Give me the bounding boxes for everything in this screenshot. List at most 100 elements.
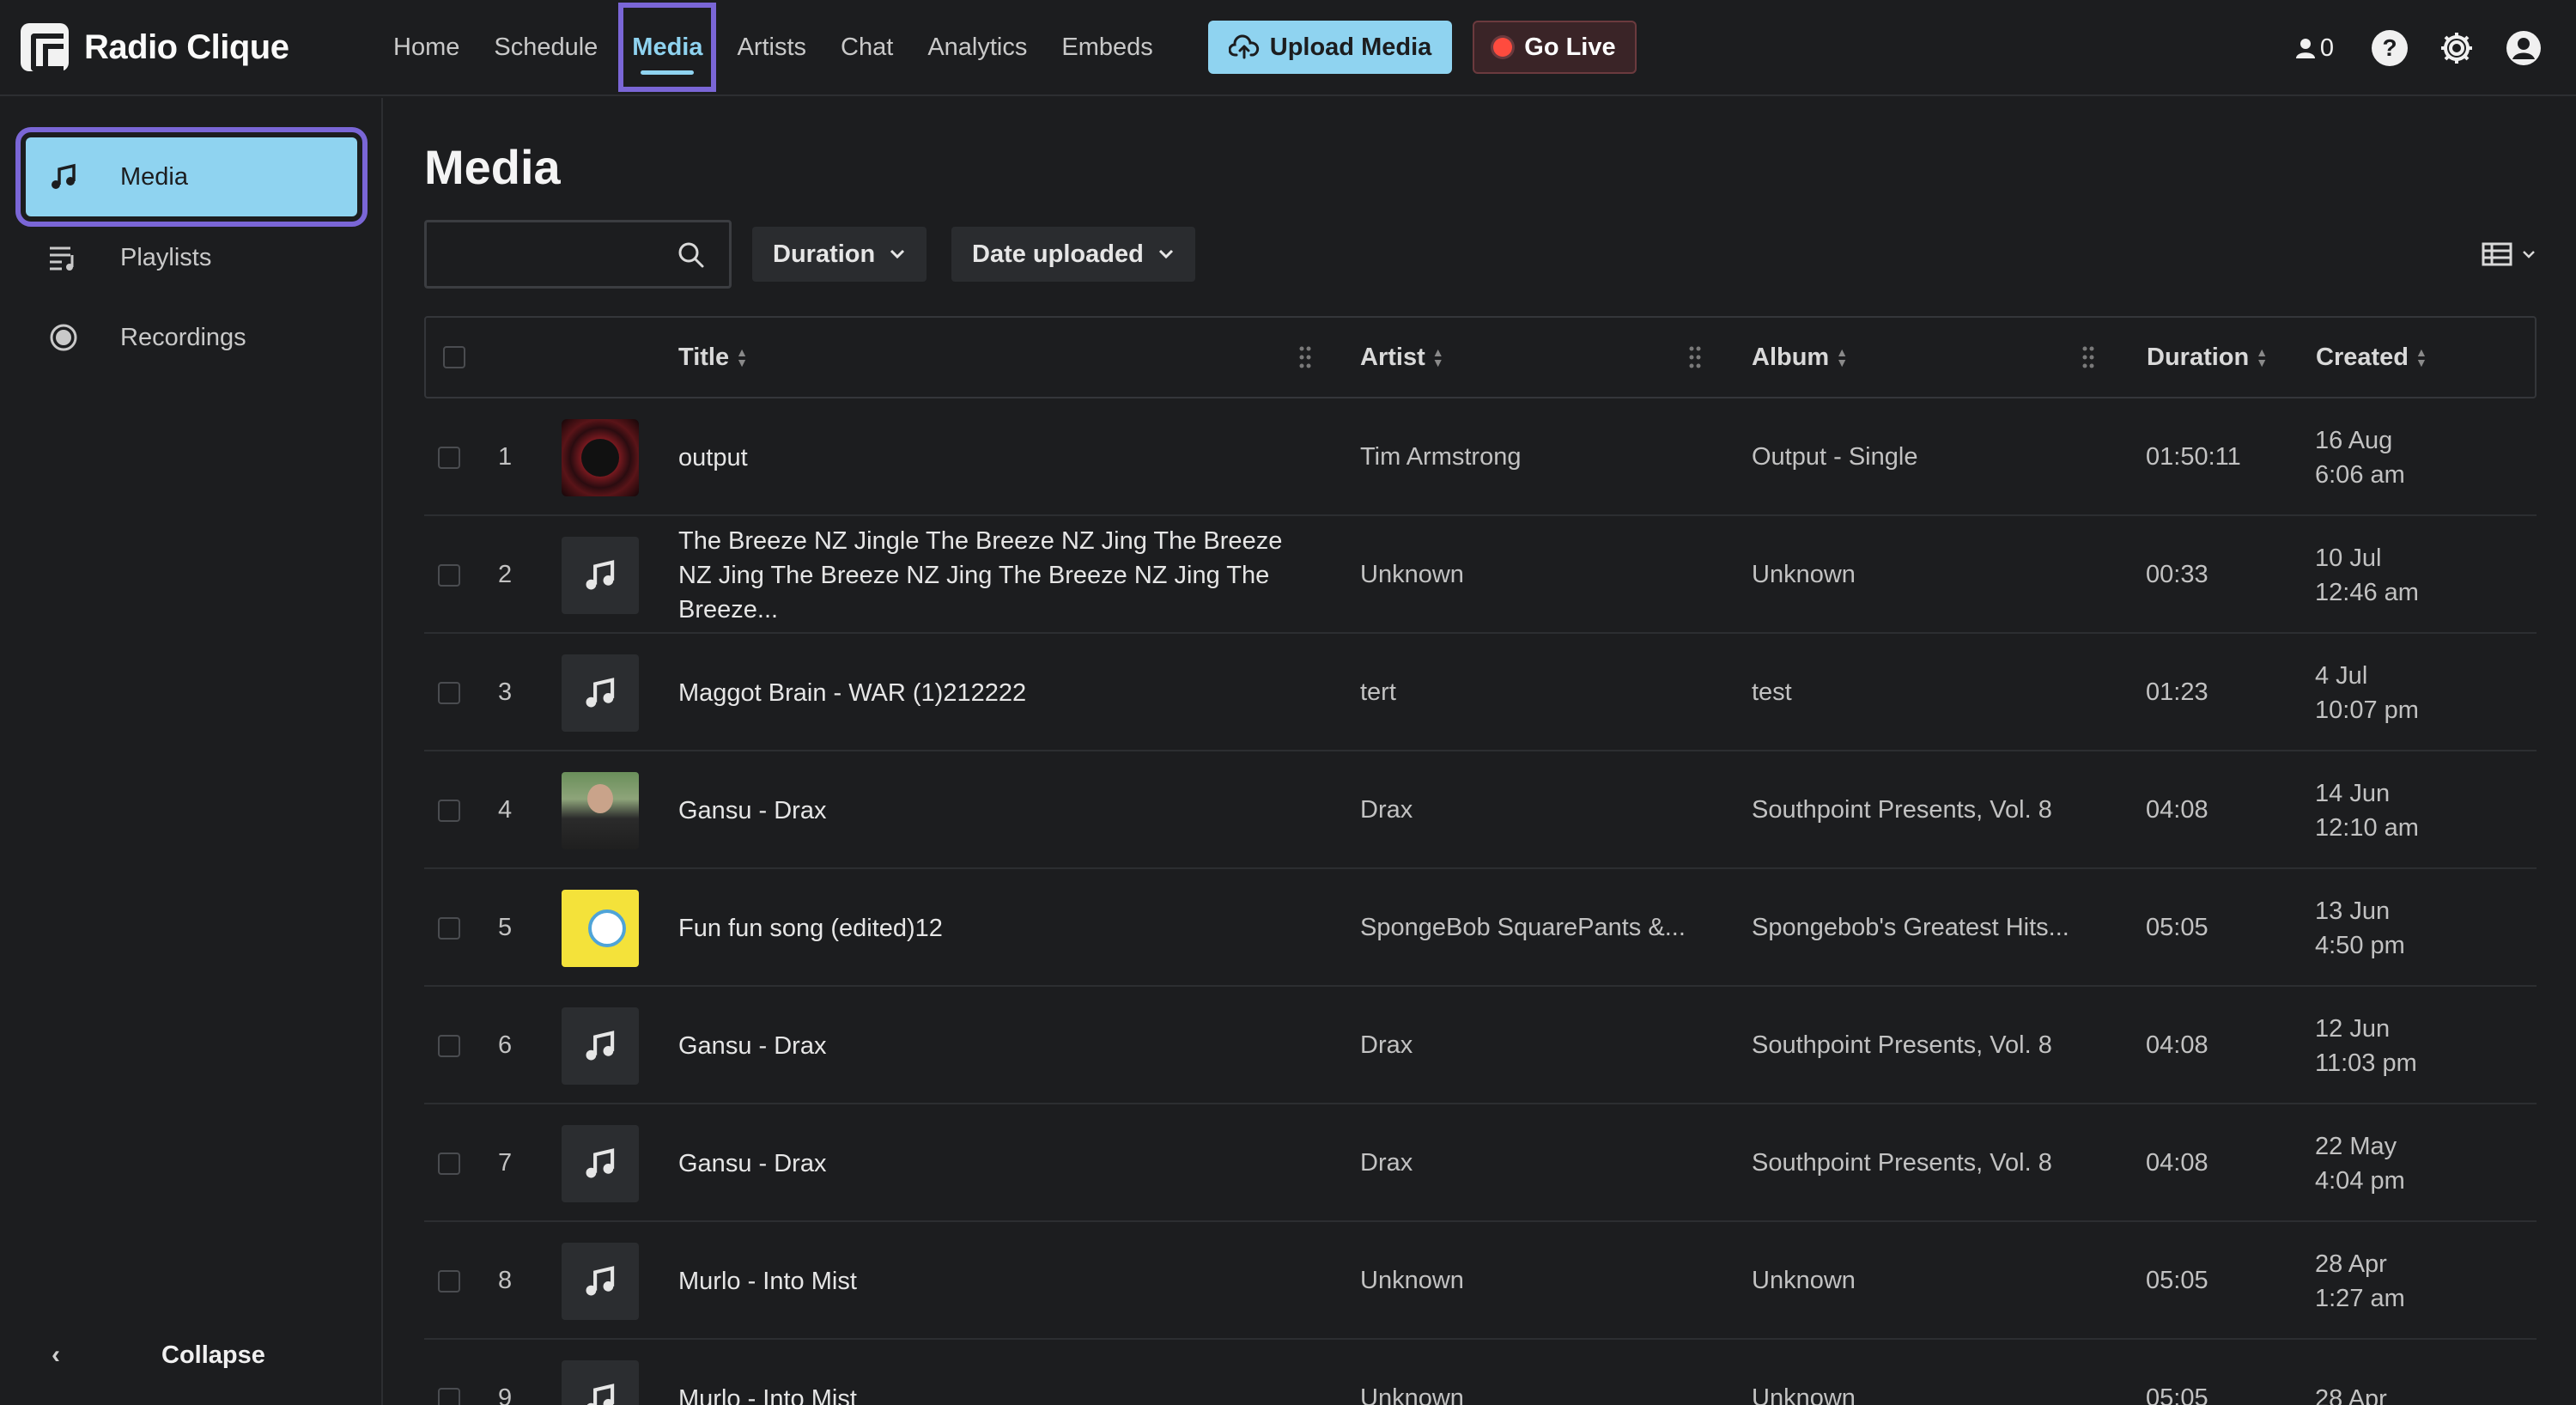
select-all-checkbox[interactable] xyxy=(443,346,465,368)
media-created: 28 Apr 1:27 am xyxy=(2315,1222,2487,1340)
search-field[interactable] xyxy=(427,222,667,286)
created-date: 28 Apr xyxy=(2315,1384,2387,1405)
media-album: Spongebob's Greatest Hits... xyxy=(1752,914,2069,941)
upload-media-button[interactable]: Upload Media xyxy=(1207,21,1453,74)
listener-count[interactable]: 0 xyxy=(2294,34,2334,63)
music-note-icon xyxy=(562,1242,639,1320)
nav-embeds[interactable]: Embeds xyxy=(1044,0,1170,95)
music-note-icon xyxy=(562,536,639,614)
row-checkbox[interactable] xyxy=(438,1269,460,1292)
nav-artists[interactable]: Artists xyxy=(720,0,823,95)
media-duration: 01:50:11 xyxy=(2146,443,2241,471)
account-avatar-icon[interactable] xyxy=(2506,30,2542,66)
sidebar: Media Playlists Recordings ‹ Collapse xyxy=(0,98,383,1405)
sidebar-item-media[interactable]: Media xyxy=(15,127,368,227)
nav-schedule[interactable]: Schedule xyxy=(477,0,615,95)
media-title[interactable]: The Breeze NZ Jingle The Breeze NZ Jing … xyxy=(678,516,1314,634)
drag-handle-icon[interactable] xyxy=(1688,345,1702,369)
column-header-artist[interactable]: Artist ▲ ▼ xyxy=(1360,318,1444,397)
drag-handle-icon[interactable] xyxy=(1298,345,1312,369)
media-duration: 04:08 xyxy=(2146,796,2208,824)
table-row[interactable]: 2 The Breeze NZ Jingle The Breeze NZ Jing… xyxy=(424,516,2537,634)
column-header-duration[interactable]: Duration ▲ ▼ xyxy=(2147,318,2268,397)
album-cover-image xyxy=(562,771,639,849)
table-view-toggle[interactable] xyxy=(2482,242,2537,266)
search-icon[interactable] xyxy=(677,241,705,269)
media-title[interactable]: Fun fun song (edited)12 xyxy=(678,869,1314,987)
row-checkbox[interactable] xyxy=(438,681,460,704)
media-album: Unknown xyxy=(1752,561,1856,588)
top-bar: Radio Clique Home Schedule Media Artists… xyxy=(0,0,2576,96)
title-header-label: Title xyxy=(678,343,730,371)
settings-gear-icon[interactable] xyxy=(2439,30,2475,66)
media-title[interactable]: Murlo - Into Mist xyxy=(678,1222,1314,1340)
created-date: 28 Apr xyxy=(2315,1250,2387,1278)
created-time: 4:04 pm xyxy=(2315,1166,2405,1195)
nav-chat[interactable]: Chat xyxy=(823,0,910,95)
media-duration: 04:08 xyxy=(2146,1149,2208,1177)
row-checkbox[interactable] xyxy=(438,1152,460,1175)
media-title[interactable]: Gansu - Drax xyxy=(678,987,1314,1104)
media-album: test xyxy=(1752,678,1792,706)
album-header-label: Album xyxy=(1752,343,1830,371)
created-time: 12:10 am xyxy=(2315,813,2419,842)
row-checkbox[interactable] xyxy=(438,563,460,587)
app-logo[interactable]: Radio Clique xyxy=(21,23,355,71)
column-header-album[interactable]: Album ▲ ▼ xyxy=(1752,318,1848,397)
drag-handle-icon[interactable] xyxy=(2081,345,2095,369)
row-index: 7 xyxy=(498,1149,513,1177)
table-row[interactable]: 3 Maggot Brain - WAR (1)212222 tert test 01:… xyxy=(424,634,2537,751)
row-checkbox[interactable] xyxy=(438,799,460,822)
created-time: 12:46 am xyxy=(2315,578,2419,606)
sidebar-item-label: Media xyxy=(120,162,188,191)
sidebar-item-playlists[interactable]: Playlists xyxy=(26,218,357,297)
row-checkbox[interactable] xyxy=(438,446,460,469)
table-row[interactable]: 9 Murlo - Into Mist Unknown Unknown 05:05 28 … xyxy=(424,1340,2537,1405)
row-index: 5 xyxy=(498,914,513,941)
nav-home[interactable]: Home xyxy=(376,0,477,95)
nav-media[interactable]: Media xyxy=(615,0,720,95)
column-header-created[interactable]: Created ▲ ▼ xyxy=(2316,318,2427,397)
media-title[interactable]: Maggot Brain - WAR (1)212222 xyxy=(678,634,1314,751)
search-input[interactable] xyxy=(424,220,732,289)
created-date: 22 May xyxy=(2315,1132,2397,1160)
media-title[interactable]: output xyxy=(678,398,1314,516)
table-row[interactable]: 6 Gansu - Drax Drax Southpoint Presents, Vo… xyxy=(424,987,2537,1104)
media-duration: 01:23 xyxy=(2146,678,2208,706)
row-index: 3 xyxy=(498,678,513,706)
collapse-sidebar-button[interactable]: ‹ Collapse xyxy=(0,1329,383,1381)
media-duration: 04:08 xyxy=(2146,1031,2208,1059)
row-checkbox[interactable] xyxy=(438,1034,460,1057)
row-checkbox[interactable] xyxy=(438,1387,460,1405)
nav-analytics[interactable]: Analytics xyxy=(910,0,1044,95)
table-row[interactable]: 5 Fun fun song (edited)12 SpongeBob Square… xyxy=(424,869,2537,987)
media-created: 16 Aug 6:06 am xyxy=(2315,398,2487,516)
media-title[interactable]: Gansu - Drax xyxy=(678,1104,1314,1222)
table-row[interactable]: 1 output Tim Armstrong Output - Single 01:50… xyxy=(424,398,2537,516)
column-header-title[interactable]: Title ▲ ▼ xyxy=(678,318,748,397)
row-checkbox[interactable] xyxy=(438,916,460,940)
media-artist: tert xyxy=(1360,678,1396,706)
table-row[interactable]: 4 Gansu - Drax Drax Southpoint Presents, Vo… xyxy=(424,751,2537,869)
sort-icon: ▲ ▼ xyxy=(736,345,748,369)
table-row[interactable]: 7 Gansu - Drax Drax Southpoint Presents, Vo… xyxy=(424,1104,2537,1222)
media-title[interactable]: Gansu - Drax xyxy=(678,751,1314,869)
media-created: 10 Jul 12:46 am xyxy=(2315,516,2487,634)
date-uploaded-filter-dropdown[interactable]: Date uploaded xyxy=(951,227,1195,282)
media-created: 13 Jun 4:50 pm xyxy=(2315,869,2487,987)
go-live-label: Go Live xyxy=(1524,33,1616,61)
media-title[interactable]: Murlo - Into Mist xyxy=(678,1340,1314,1405)
table-body: 1 output Tim Armstrong Output - Single 01:50… xyxy=(424,398,2537,1405)
duration-filter-dropdown[interactable]: Duration xyxy=(752,227,927,282)
created-time: 10:07 pm xyxy=(2315,696,2419,724)
media-table: Title ▲ ▼ Artist ▲ ▼ Album ▲ ▼ Duration ▲ ▼ … xyxy=(424,316,2537,1405)
help-icon[interactable]: ? xyxy=(2372,30,2408,66)
media-album: Southpoint Presents, Vol. 8 xyxy=(1752,796,2052,824)
table-row[interactable]: 8 Murlo - Into Mist Unknown Unknown 05:05 28 … xyxy=(424,1222,2537,1340)
media-artist: SpongeBob SquarePants &... xyxy=(1360,914,1686,941)
go-live-button[interactable]: Go Live xyxy=(1473,21,1637,74)
sidebar-item-recordings[interactable]: Recordings xyxy=(26,298,357,377)
created-date: 12 Jun xyxy=(2315,1014,2391,1043)
music-note-icon xyxy=(562,1359,639,1405)
media-album: Southpoint Presents, Vol. 8 xyxy=(1752,1149,2052,1177)
